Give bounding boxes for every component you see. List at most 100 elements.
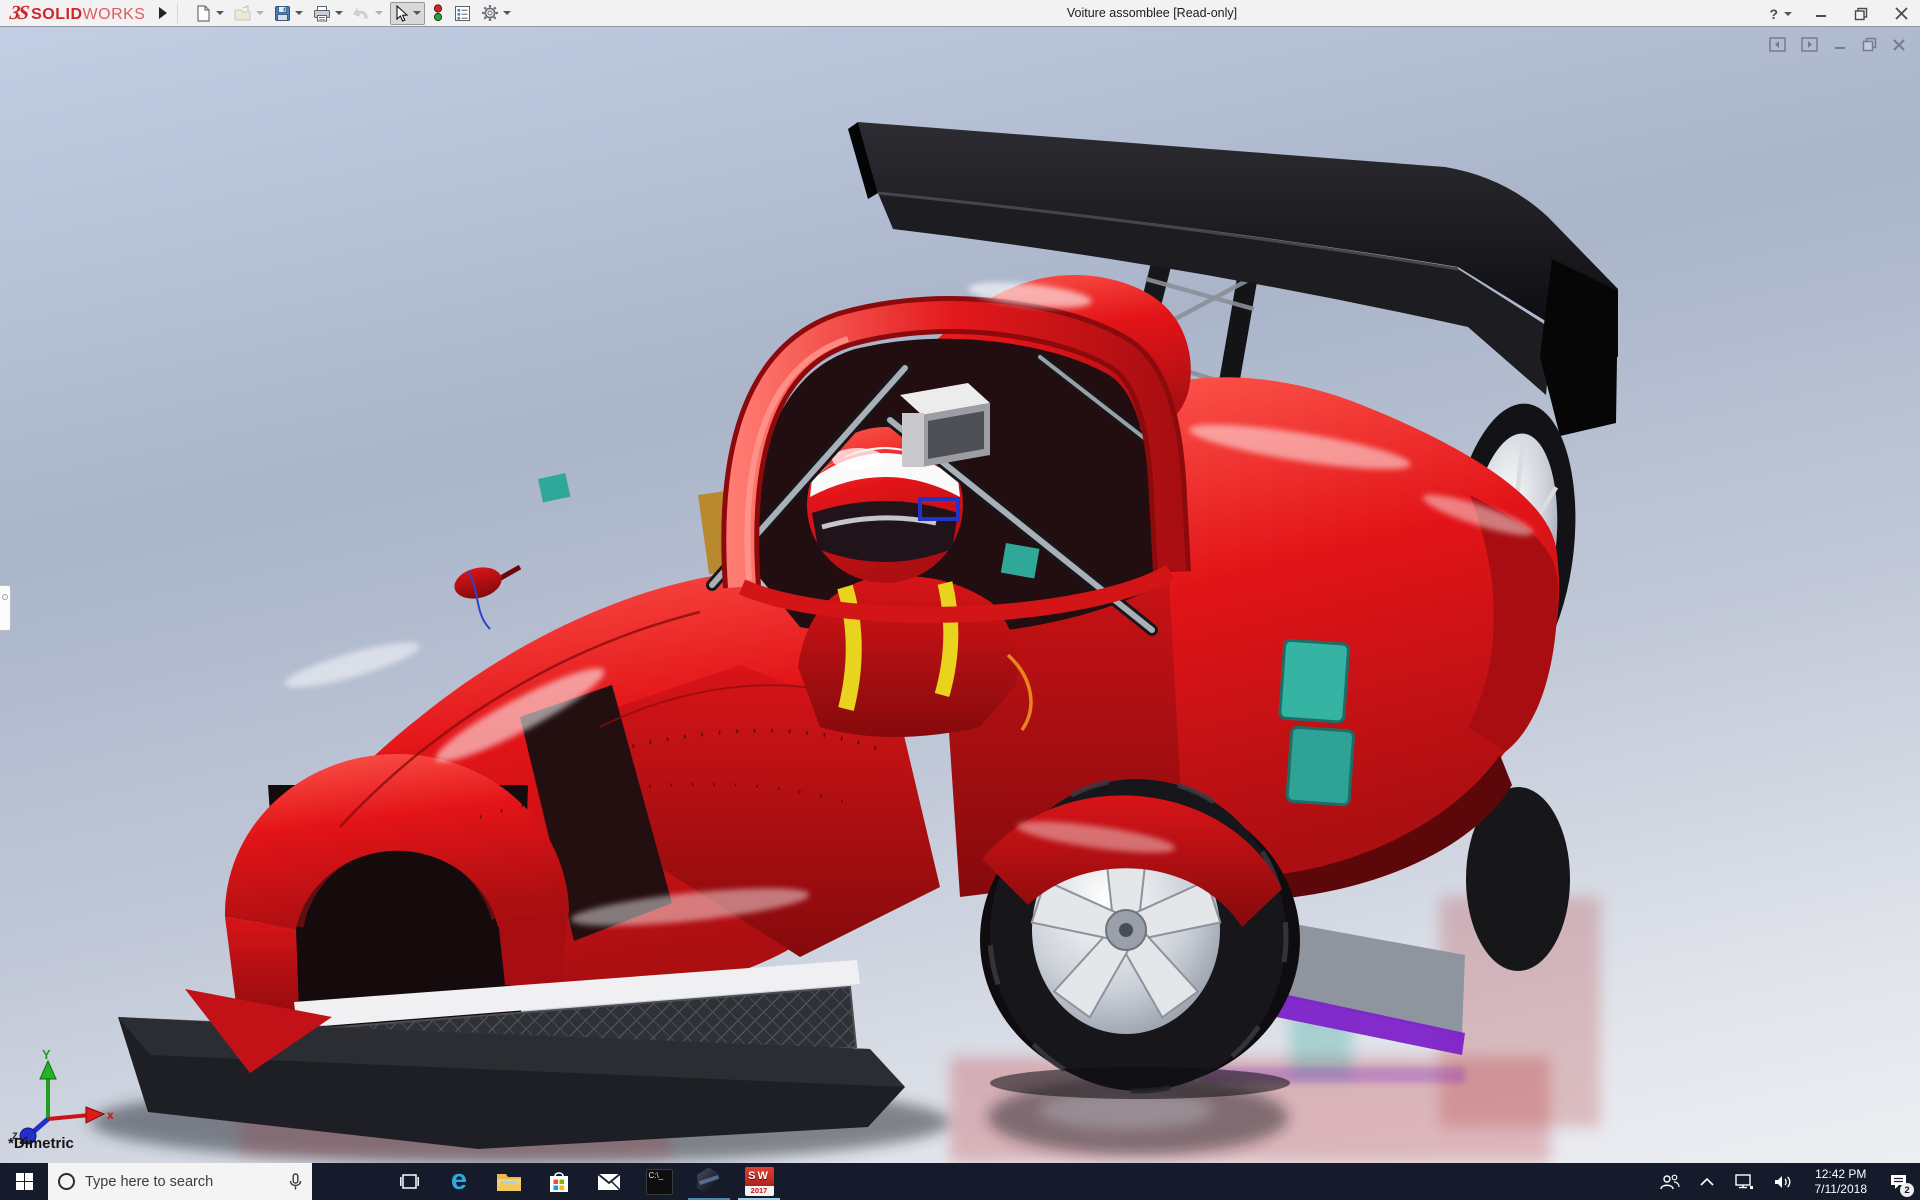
expand-panel-icon: [2, 594, 8, 600]
new-document-icon: [197, 4, 211, 22]
print-button[interactable]: [310, 3, 346, 24]
printer-icon: [314, 5, 331, 21]
task-view-button[interactable]: [384, 1163, 434, 1200]
open-folder-icon: [234, 4, 251, 20]
triad-x-label: x: [107, 1108, 114, 1122]
select-tool-button[interactable]: [390, 1, 426, 25]
menu-flyout-arrow-icon[interactable]: [159, 7, 168, 19]
search-placeholder: Type here to search: [85, 1173, 214, 1190]
store-icon: [550, 1171, 568, 1192]
show-hidden-icons-button[interactable]: [1694, 1163, 1720, 1200]
dropdown-caret[interactable]: [335, 11, 344, 15]
file-explorer-button[interactable]: [484, 1163, 534, 1200]
network-icon: [1734, 1173, 1753, 1189]
speaker-icon: [1774, 1175, 1790, 1188]
edge-icon: e: [450, 1164, 468, 1196]
save-floppy-icon: [275, 5, 291, 21]
taskbar-search-input[interactable]: Type here to search: [48, 1163, 312, 1200]
chevron-up-icon: [1699, 1177, 1714, 1186]
close-document-icon[interactable]: [1892, 38, 1906, 52]
mail-icon: [597, 1172, 621, 1190]
options-button[interactable]: [478, 2, 514, 24]
network-button[interactable]: [1728, 1163, 1760, 1200]
windows-taskbar: Type here to search e C:\_ SW 2017 12:42…: [0, 1163, 1920, 1200]
dropdown-caret[interactable]: [295, 11, 304, 15]
minimize-button[interactable]: [1810, 3, 1832, 25]
microphone-icon[interactable]: [289, 1172, 302, 1191]
file-properties-button[interactable]: [451, 3, 474, 24]
start-button[interactable]: [0, 1163, 48, 1200]
document-window-controls: [1769, 37, 1906, 52]
new-document-button[interactable]: [192, 3, 227, 24]
mail-button[interactable]: [584, 1163, 634, 1200]
solidworks-taskbar-button[interactable]: SW 2017: [734, 1163, 784, 1200]
dock-right-icon[interactable]: [1801, 37, 1818, 52]
orientation-triad: Y x z: [12, 1047, 114, 1145]
dropdown-caret[interactable]: [1784, 11, 1792, 16]
restore-document-icon[interactable]: [1862, 37, 1877, 52]
driver-torso: [798, 576, 1017, 737]
title-bar: 3S SOLID WORKS Voiture assomblee [Read-o…: [0, 0, 1920, 27]
taskbar-app-icons: e C:\_ SW 2017: [384, 1163, 784, 1200]
left-mirror: [454, 564, 522, 630]
edge-browser-button[interactable]: e: [434, 1163, 484, 1200]
quick-access-toolbar: [192, 1, 514, 25]
undo-button[interactable]: [350, 3, 386, 23]
command-prompt-button[interactable]: C:\_: [634, 1163, 684, 1200]
microsoft-store-button[interactable]: [534, 1163, 584, 1200]
3d-viewport-canvas[interactable]: [0, 27, 1920, 1163]
harness-strap: [934, 581, 959, 698]
brand-name-bold: SOLID: [31, 5, 83, 23]
file-explorer-icon: [497, 1174, 521, 1191]
volume-button[interactable]: [1768, 1163, 1799, 1200]
minimize-document-icon[interactable]: [1833, 38, 1847, 52]
help-label: ?: [1769, 5, 1778, 22]
restore-button[interactable]: [1850, 3, 1872, 25]
teal-cockpit-panel: [538, 473, 571, 503]
solidworks-application-window: 3S SOLID WORKS Voiture assomblee [Read-o…: [0, 0, 1920, 1200]
toolbar-separator: [177, 3, 179, 23]
file-properties-icon: [455, 5, 471, 21]
system-tray: 12:42 PM 7/11/2018 2: [1654, 1163, 1920, 1200]
open-button[interactable]: [231, 3, 267, 24]
people-icon: [1659, 1174, 1680, 1189]
feature-manager-collapsed-tab[interactable]: [0, 585, 11, 631]
windows-logo-icon: [15, 1173, 33, 1190]
notification-badge: 2: [1900, 1183, 1914, 1197]
window-title: Voiture assomblee [Read-only]: [1066, 6, 1238, 20]
graphics-viewport[interactable]: Y x z *Dimetric: [0, 27, 1920, 1163]
minimize-icon: [1815, 15, 1826, 17]
select-cursor-icon: [396, 4, 409, 22]
save-button[interactable]: [271, 3, 306, 24]
command-prompt-icon: C:\_: [645, 1168, 673, 1195]
dropdown-caret[interactable]: [413, 11, 422, 15]
dropdown-caret[interactable]: [503, 11, 512, 15]
dock-left-icon[interactable]: [1769, 37, 1786, 52]
help-button[interactable]: ?: [1769, 6, 1792, 22]
people-button[interactable]: [1654, 1163, 1686, 1200]
sw-label: SW: [748, 1170, 770, 1182]
undo-arrow-icon: [353, 7, 368, 19]
restore-icon: [1854, 7, 1868, 20]
dropdown-caret[interactable]: [256, 11, 265, 15]
dropdown-caret[interactable]: [216, 11, 225, 15]
rebuild-traffic-light-icon: [434, 4, 443, 22]
dropdown-caret[interactable]: [375, 11, 384, 15]
dassault-3ds-logo-mark: 3S: [8, 1, 29, 24]
clock-time: 12:42 PM: [1815, 1166, 1867, 1181]
clock[interactable]: 12:42 PM 7/11/2018: [1807, 1163, 1876, 1200]
hexagon-app-button[interactable]: [684, 1163, 734, 1200]
action-center-button[interactable]: 2: [1883, 1163, 1914, 1200]
sw-year-label: 2017: [744, 1186, 774, 1196]
task-view-icon: [399, 1174, 419, 1189]
options-gear-icon: [482, 5, 499, 21]
triad-y-label: Y: [42, 1047, 51, 1062]
close-button[interactable]: [1890, 3, 1912, 25]
cortana-icon: [58, 1173, 75, 1190]
close-icon: [1894, 7, 1908, 20]
title-bar-controls: ?: [1769, 0, 1912, 27]
brand-name-light: WORKS: [82, 5, 146, 23]
rebuild-button[interactable]: [429, 2, 447, 24]
hexagon-app-icon: [697, 1167, 721, 1196]
solidworks-2017-icon: SW 2017: [744, 1167, 774, 1196]
